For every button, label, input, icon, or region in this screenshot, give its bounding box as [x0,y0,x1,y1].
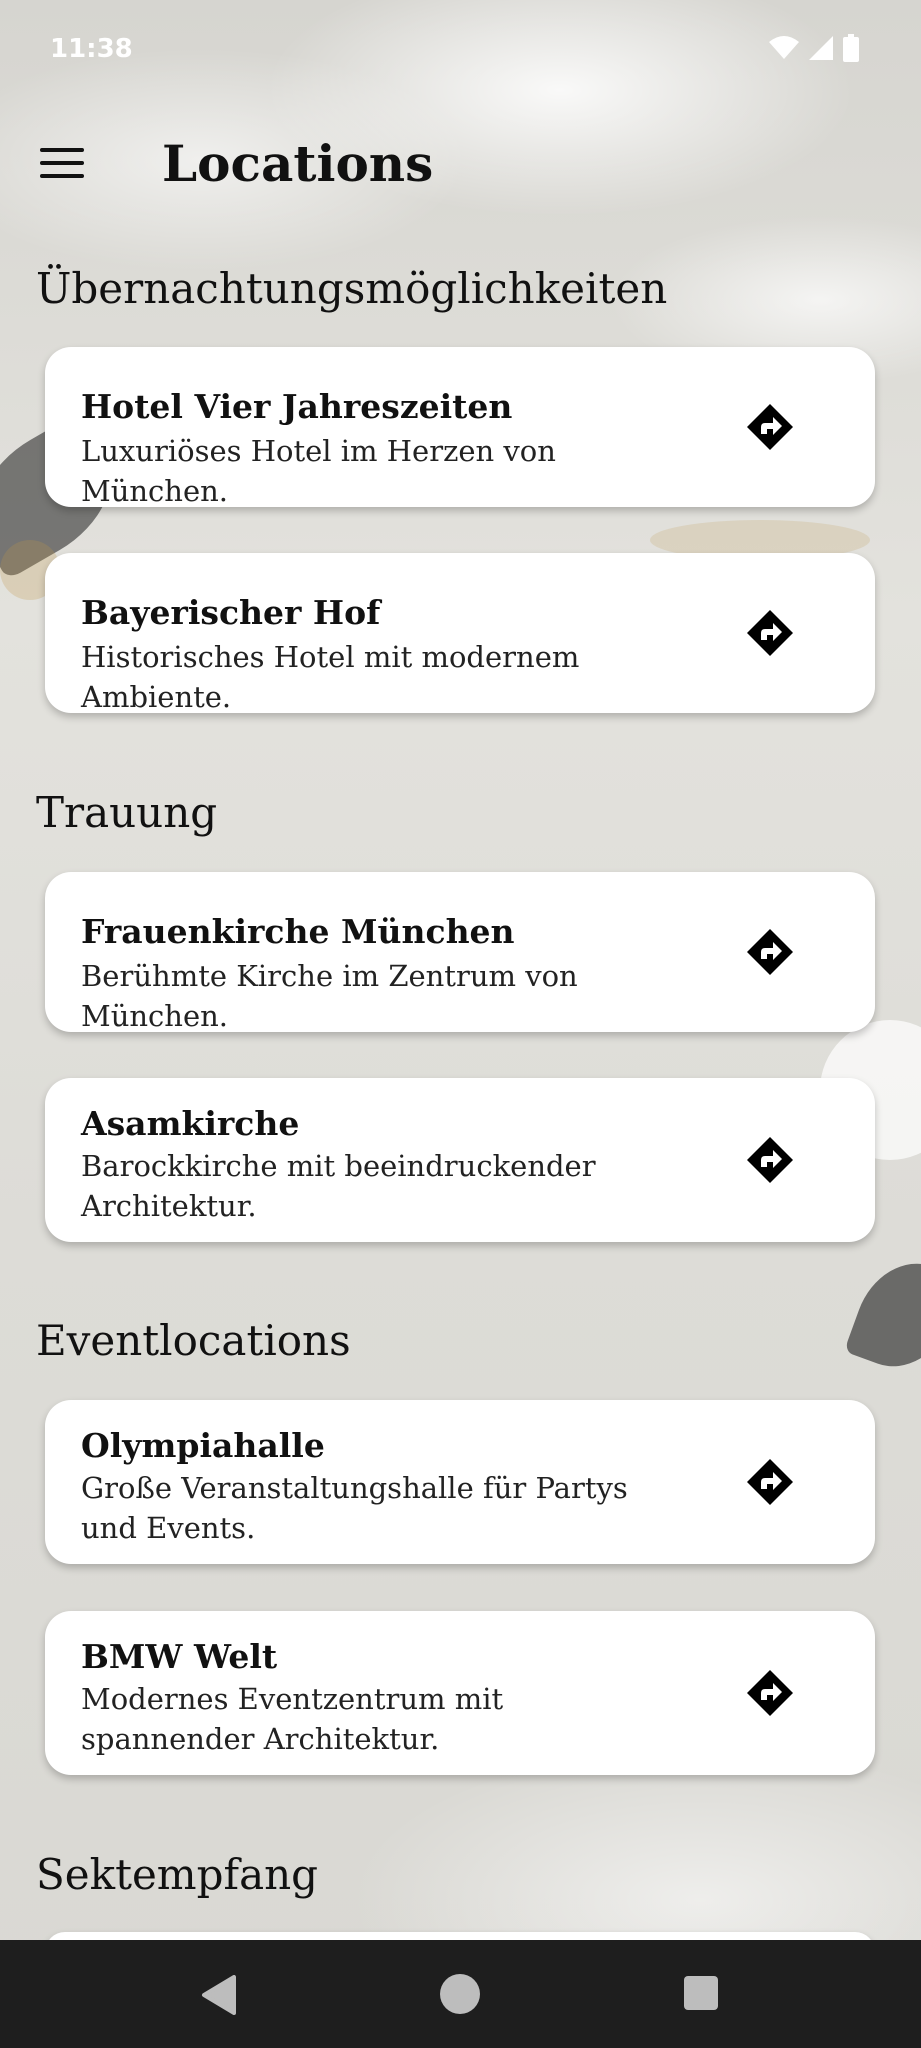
location-card[interactable]: Asamkirche Barockkirche mit beeindrucken… [45,1078,875,1242]
card-title: Hotel Vier Jahreszeiten [81,387,513,426]
card-description: Modernes Eventzentrum mit spannender Arc… [81,1682,504,1756]
location-card[interactable]: Bayerischer Hof Historisches Hotel mit m… [45,553,875,714]
directions-icon[interactable] [745,1668,795,1718]
page-title: Locations [162,134,434,193]
signal-icon [809,36,833,60]
system-nav-bar [0,1940,921,2048]
menu-icon[interactable] [40,148,84,182]
card-title: Olympiahalle [81,1426,325,1465]
back-icon[interactable] [200,1975,236,2015]
status-bar: 11:38 [0,0,921,100]
location-card[interactable]: Hotel Vier Jahreszeiten Luxuriöses Hotel… [45,347,875,508]
location-card[interactable]: Olympiahalle Große Veranstaltungshalle f… [45,1400,875,1564]
section-title-eventlocations: Eventlocations [36,1316,351,1365]
home-icon[interactable] [440,1974,480,2014]
battery-icon [843,34,859,62]
status-icons [769,34,859,62]
directions-icon[interactable] [745,608,795,658]
recents-icon[interactable] [684,1976,718,2010]
section-title-trauung: Trauung [36,788,218,837]
card-description: Große Veranstaltungshalle für Partys und… [81,1471,628,1545]
directions-icon[interactable] [745,402,795,452]
section-title-uebernachtung: Übernachtungsmöglichkeiten [36,264,668,313]
card-description: Barockkirche mit beeindruckender Archite… [81,1149,596,1223]
card-description: Historisches Hotel mit modernem Ambiente… [81,640,580,714]
wifi-icon [769,36,799,59]
card-description: Berühmte Kirche im Zentrum von München. [81,959,578,1033]
card-title: Asamkirche [81,1104,300,1143]
directions-icon[interactable] [745,1135,795,1185]
location-card[interactable]: Frauenkirche München Berühmte Kirche im … [45,872,875,1033]
card-title: Frauenkirche München [81,912,515,951]
directions-icon[interactable] [745,927,795,977]
directions-icon[interactable] [745,1457,795,1507]
app-bar: Locations [0,110,921,220]
section-title-sektempfang: Sektempfang [36,1850,319,1899]
card-title: BMW Welt [81,1637,278,1676]
location-card[interactable]: BMW Welt Modernes Eventzentrum mit spann… [45,1611,875,1775]
status-time: 11:38 [50,34,133,64]
card-title: Bayerischer Hof [81,593,381,632]
card-description: Luxuriöses Hotel im Herzen von München. [81,434,556,508]
